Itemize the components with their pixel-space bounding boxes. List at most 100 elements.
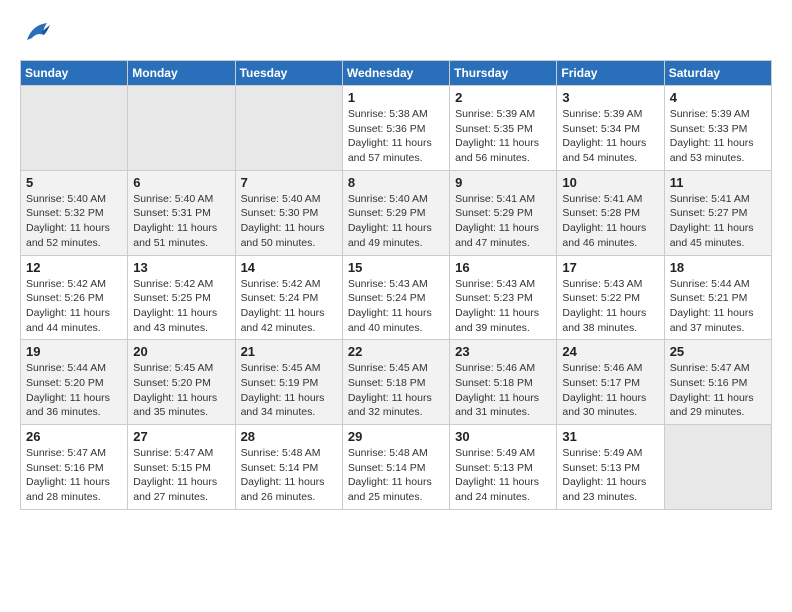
calendar-cell: 13Sunrise: 5:42 AMSunset: 5:25 PMDayligh…	[128, 255, 235, 340]
calendar-week-row: 12 Sunrise: 5:42 AMSunset: 5:26 PMDayligh…	[21, 255, 772, 340]
day-info: Sunrise: 5:42 AMSunset: 5:24 PMDaylight:…	[241, 277, 337, 336]
calendar-week-row: 19 Sunrise: 5:44 AMSunset: 5:20 PMDayligh…	[21, 340, 772, 425]
calendar-cell: 6 Sunrise: 5:40 AMSunset: 5:31 PMDaylight…	[128, 170, 235, 255]
day-number: 18	[670, 260, 766, 275]
weekday-header-cell: Friday	[557, 61, 664, 86]
day-number: 24	[562, 344, 658, 359]
day-number: 22	[348, 344, 444, 359]
day-number: 9	[455, 175, 551, 190]
calendar-cell: 8Sunrise: 5:40 AMSunset: 5:29 PMDaylight…	[342, 170, 449, 255]
day-info: Sunrise: 5:43 AMSunset: 5:23 PMDaylight:…	[455, 277, 551, 336]
day-number: 30	[455, 429, 551, 444]
day-info: Sunrise: 5:47 AMSunset: 5:15 PMDaylight:…	[133, 446, 229, 505]
day-number: 15	[348, 260, 444, 275]
day-info: Sunrise: 5:40 AMSunset: 5:31 PMDaylight:…	[133, 192, 229, 251]
day-number: 19	[26, 344, 122, 359]
calendar-cell: 16Sunrise: 5:43 AMSunset: 5:23 PMDayligh…	[450, 255, 557, 340]
day-info: Sunrise: 5:45 AMSunset: 5:20 PMDaylight:…	[133, 361, 229, 420]
day-info: Sunrise: 5:47 AMSunset: 5:16 PMDaylight:…	[26, 446, 122, 505]
day-info: Sunrise: 5:48 AMSunset: 5:14 PMDaylight:…	[241, 446, 337, 505]
calendar-cell: 18 Sunrise: 5:44 AMSunset: 5:21 PMDayligh…	[664, 255, 771, 340]
day-number: 28	[241, 429, 337, 444]
day-number: 31	[562, 429, 658, 444]
calendar-cell: 10Sunrise: 5:41 AMSunset: 5:28 PMDayligh…	[557, 170, 664, 255]
day-info: Sunrise: 5:49 AMSunset: 5:13 PMDaylight:…	[562, 446, 658, 505]
calendar-cell: 23 Sunrise: 5:46 AMSunset: 5:18 PMDayligh…	[450, 340, 557, 425]
day-number: 12	[26, 260, 122, 275]
calendar-cell: 9 Sunrise: 5:41 AMSunset: 5:29 PMDaylight…	[450, 170, 557, 255]
calendar-cell	[664, 425, 771, 510]
day-info: Sunrise: 5:40 AMSunset: 5:30 PMDaylight:…	[241, 192, 337, 251]
calendar-cell: 29 Sunrise: 5:48 AMSunset: 5:14 PMDayligh…	[342, 425, 449, 510]
weekday-header-cell: Saturday	[664, 61, 771, 86]
logo	[20, 20, 52, 50]
calendar-table: SundayMondayTuesdayWednesdayThursdayFrid…	[20, 60, 772, 510]
weekday-header-cell: Tuesday	[235, 61, 342, 86]
day-number: 21	[241, 344, 337, 359]
calendar-cell: 22Sunrise: 5:45 AMSunset: 5:18 PMDayligh…	[342, 340, 449, 425]
calendar-cell: 15 Sunrise: 5:43 AMSunset: 5:24 PMDayligh…	[342, 255, 449, 340]
header	[20, 20, 772, 50]
day-info: Sunrise: 5:39 AMSunset: 5:33 PMDaylight:…	[670, 107, 766, 166]
calendar-cell: 5 Sunrise: 5:40 AMSunset: 5:32 PMDaylight…	[21, 170, 128, 255]
calendar-cell	[128, 86, 235, 171]
day-info: Sunrise: 5:41 AMSunset: 5:29 PMDaylight:…	[455, 192, 551, 251]
day-info: Sunrise: 5:43 AMSunset: 5:24 PMDaylight:…	[348, 277, 444, 336]
weekday-header-cell: Thursday	[450, 61, 557, 86]
calendar-body: 1 Sunrise: 5:38 AMSunset: 5:36 PMDaylight…	[21, 86, 772, 510]
day-number: 4	[670, 90, 766, 105]
day-info: Sunrise: 5:46 AMSunset: 5:17 PMDaylight:…	[562, 361, 658, 420]
logo-bird-icon	[22, 20, 52, 45]
day-info: Sunrise: 5:40 AMSunset: 5:32 PMDaylight:…	[26, 192, 122, 251]
day-info: Sunrise: 5:44 AMSunset: 5:21 PMDaylight:…	[670, 277, 766, 336]
day-number: 3	[562, 90, 658, 105]
day-number: 6	[133, 175, 229, 190]
day-info: Sunrise: 5:42 AMSunset: 5:26 PMDaylight:…	[26, 277, 122, 336]
calendar-cell: 24 Sunrise: 5:46 AMSunset: 5:17 PMDayligh…	[557, 340, 664, 425]
day-number: 23	[455, 344, 551, 359]
weekday-header-cell: Sunday	[21, 61, 128, 86]
day-info: Sunrise: 5:47 AMSunset: 5:16 PMDaylight:…	[670, 361, 766, 420]
day-number: 1	[348, 90, 444, 105]
calendar-cell: 25Sunrise: 5:47 AMSunset: 5:16 PMDayligh…	[664, 340, 771, 425]
day-number: 5	[26, 175, 122, 190]
calendar-cell: 31 Sunrise: 5:49 AMSunset: 5:13 PMDayligh…	[557, 425, 664, 510]
day-info: Sunrise: 5:39 AMSunset: 5:35 PMDaylight:…	[455, 107, 551, 166]
day-info: Sunrise: 5:49 AMSunset: 5:13 PMDaylight:…	[455, 446, 551, 505]
day-number: 26	[26, 429, 122, 444]
weekday-header-row: SundayMondayTuesdayWednesdayThursdayFrid…	[21, 61, 772, 86]
calendar-cell: 28 Sunrise: 5:48 AMSunset: 5:14 PMDayligh…	[235, 425, 342, 510]
calendar-cell	[21, 86, 128, 171]
calendar-cell: 3 Sunrise: 5:39 AMSunset: 5:34 PMDaylight…	[557, 86, 664, 171]
weekday-header-cell: Wednesday	[342, 61, 449, 86]
day-number: 17	[562, 260, 658, 275]
calendar-week-row: 5 Sunrise: 5:40 AMSunset: 5:32 PMDaylight…	[21, 170, 772, 255]
day-info: Sunrise: 5:45 AMSunset: 5:19 PMDaylight:…	[241, 361, 337, 420]
day-number: 8	[348, 175, 444, 190]
calendar-cell: 19 Sunrise: 5:44 AMSunset: 5:20 PMDayligh…	[21, 340, 128, 425]
calendar-cell: 12 Sunrise: 5:42 AMSunset: 5:26 PMDayligh…	[21, 255, 128, 340]
day-info: Sunrise: 5:41 AMSunset: 5:27 PMDaylight:…	[670, 192, 766, 251]
day-info: Sunrise: 5:44 AMSunset: 5:20 PMDaylight:…	[26, 361, 122, 420]
day-number: 29	[348, 429, 444, 444]
day-number: 7	[241, 175, 337, 190]
calendar-cell: 30 Sunrise: 5:49 AMSunset: 5:13 PMDayligh…	[450, 425, 557, 510]
day-info: Sunrise: 5:42 AMSunset: 5:25 PMDaylight:…	[133, 277, 229, 336]
day-info: Sunrise: 5:46 AMSunset: 5:18 PMDaylight:…	[455, 361, 551, 420]
day-number: 14	[241, 260, 337, 275]
day-info: Sunrise: 5:43 AMSunset: 5:22 PMDaylight:…	[562, 277, 658, 336]
calendar-cell: 11Sunrise: 5:41 AMSunset: 5:27 PMDayligh…	[664, 170, 771, 255]
calendar-week-row: 1 Sunrise: 5:38 AMSunset: 5:36 PMDaylight…	[21, 86, 772, 171]
day-info: Sunrise: 5:39 AMSunset: 5:34 PMDaylight:…	[562, 107, 658, 166]
day-info: Sunrise: 5:38 AMSunset: 5:36 PMDaylight:…	[348, 107, 444, 166]
calendar-cell: 17 Sunrise: 5:43 AMSunset: 5:22 PMDayligh…	[557, 255, 664, 340]
calendar-cell: 27Sunrise: 5:47 AMSunset: 5:15 PMDayligh…	[128, 425, 235, 510]
calendar-week-row: 26 Sunrise: 5:47 AMSunset: 5:16 PMDayligh…	[21, 425, 772, 510]
day-number: 10	[562, 175, 658, 190]
calendar-cell: 7 Sunrise: 5:40 AMSunset: 5:30 PMDaylight…	[235, 170, 342, 255]
calendar-cell: 4 Sunrise: 5:39 AMSunset: 5:33 PMDaylight…	[664, 86, 771, 171]
calendar-cell	[235, 86, 342, 171]
calendar-cell: 14 Sunrise: 5:42 AMSunset: 5:24 PMDayligh…	[235, 255, 342, 340]
calendar-cell: 1 Sunrise: 5:38 AMSunset: 5:36 PMDaylight…	[342, 86, 449, 171]
day-info: Sunrise: 5:48 AMSunset: 5:14 PMDaylight:…	[348, 446, 444, 505]
